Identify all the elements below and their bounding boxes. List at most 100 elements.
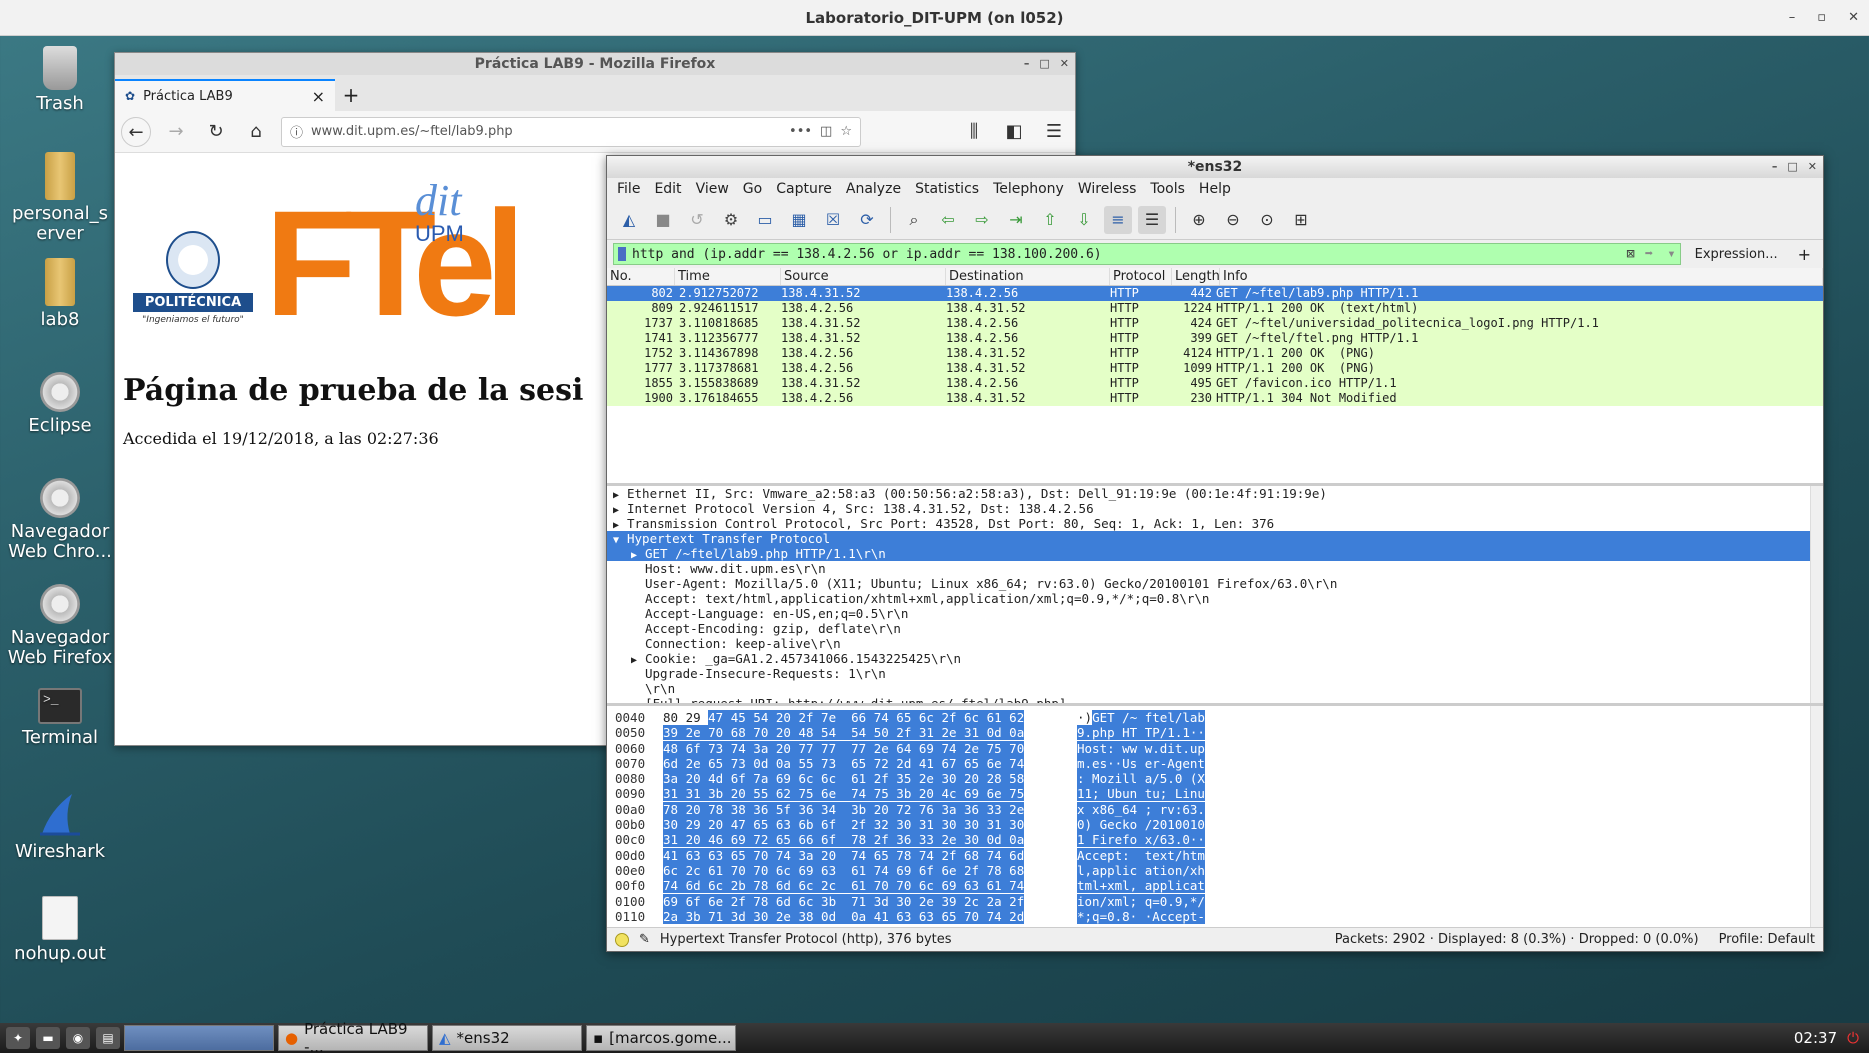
clock[interactable]: 02:37 [1794,1029,1847,1047]
desktop-icon-personal-server[interactable]: personal_server [0,152,120,244]
new-tab-button[interactable]: + [335,79,367,111]
file-manager-icon[interactable]: ◉ [66,1027,90,1049]
packet-row[interactable]: 809 2.924611517 138.4.2.56 138.4.31.52 HTTP 1… [607,301,1823,316]
menu-telephony[interactable]: Telephony [993,178,1064,200]
hex-row[interactable]: 0050 39 2e 70 68 70 20 48 54 54 50 2f 31 … [607,725,1823,741]
desktop-icon-eclipse[interactable]: Eclipse [0,372,120,436]
resize-columns-icon[interactable]: ⊞ [1287,206,1315,234]
info-icon[interactable]: ⓘ [290,122,303,141]
hex-row[interactable]: 0110 2a 3b 71 3d 30 2e 38 0d 0a 41 63 63 … [607,908,1823,924]
packet-row[interactable]: 1737 3.110818685 138.4.31.52 138.4.2.56 HTTP… [607,316,1823,331]
menu-go[interactable]: Go [743,178,762,200]
zoom-reset-icon[interactable]: ⊙ [1253,206,1281,234]
detail-tree-item[interactable]: [Full request URI: http://www.dit.upm.es… [607,696,1823,703]
details-scrollbar[interactable] [1810,486,1823,703]
packet-row[interactable]: 1741 3.112356777 138.4.31.52 138.4.2.56 HTTP… [607,331,1823,346]
add-filter-button[interactable]: + [1792,245,1817,264]
detail-tree-item[interactable]: User-Agent: Mozilla/5.0 (X11; Ubuntu; Li… [607,576,1823,591]
library-icon[interactable]: ⫼ [959,117,989,147]
column-header-info[interactable]: Info [1220,268,1823,285]
workspace-switcher[interactable] [124,1025,274,1051]
detail-tree-item[interactable]: Accept: text/html,application/xhtml+xml,… [607,591,1823,606]
pocket-icon[interactable]: ◫ [820,124,832,139]
detail-tree-item[interactable]: Connection: keep-alive\r\n [607,636,1823,651]
detail-tree-item[interactable]: ▶ Ethernet II, Src: Vmware_a2:58:a3 (00:5… [607,486,1823,501]
detail-tree-item[interactable]: Host: www.dit.upm.es\r\n [607,561,1823,576]
hex-row[interactable]: 0060 48 6f 73 74 3a 20 77 77 77 2e 64 69 … [607,740,1823,756]
capture-options-icon[interactable]: ⚙ [717,206,745,234]
display-filter-input[interactable]: http and (ip.addr == 138.4.2.56 or ip.ad… [613,243,1681,265]
restart-capture-icon[interactable]: ↺ [683,206,711,234]
desktop-icon-nohup[interactable]: nohup.out [0,896,120,964]
close-file-icon[interactable]: ☒ [819,206,847,234]
bookmark-star-icon[interactable]: ☆ [840,124,852,139]
back-icon[interactable]: ← [121,116,151,147]
colorize-icon[interactable]: ☰ [1138,205,1166,234]
detail-tree-item[interactable]: ▶ Transmission Control Protocol, Src Port… [607,516,1823,531]
bookmark-icon[interactable] [618,247,626,261]
find-packet-icon[interactable]: ⌕ [900,206,928,234]
taskbar-item-terminal[interactable]: ▪ [marcos.gome... [586,1025,736,1051]
status-profile[interactable]: Profile: Default [1719,932,1815,947]
go-back-icon[interactable]: ⇦ [934,206,962,234]
close-icon[interactable]: ✕ [1060,53,1069,75]
minimize-icon[interactable]: – [1772,156,1778,178]
menu-file[interactable]: File [617,178,640,200]
save-file-icon[interactable]: ▦ [785,206,813,234]
minimize-icon[interactable]: – [1024,53,1030,75]
menu-edit[interactable]: Edit [654,178,681,200]
packet-row[interactable]: 1752 3.114367898 138.4.2.56 138.4.31.52 HTTP… [607,346,1823,361]
clear-filter-icon[interactable]: ⊠ [1626,246,1634,262]
menu-help[interactable]: Help [1199,178,1231,200]
restore-icon[interactable]: ▫ [1817,0,1826,36]
taskbar-item-firefox[interactable]: ● Práctica LAB9 -... [278,1020,428,1053]
hex-row[interactable]: 0070 6d 2e 65 73 0d 0a 55 73 65 72 2d 41 … [607,755,1823,771]
first-packet-icon[interactable]: ⇧ [1036,206,1064,234]
desktop-icon-trash[interactable]: Trash [0,46,120,114]
sidebar-icon[interactable]: ◧ [999,117,1029,147]
expression-button[interactable]: Expression... [1689,247,1784,262]
hex-row[interactable]: 00f0 74 6d 6c 2b 78 6d 6c 2c 61 70 70 6c … [607,878,1823,894]
menu-capture[interactable]: Capture [776,178,832,200]
hex-row[interactable]: 0090 31 31 3b 20 55 62 75 6e 74 75 3b 20 … [607,786,1823,802]
hamburger-menu-icon[interactable]: ☰ [1039,117,1069,147]
edit-comment-icon[interactable]: ✎ [639,932,650,947]
detail-tree-item[interactable]: ▶ Internet Protocol Version 4, Src: 138.4… [607,501,1823,516]
desktop-icon-chrome[interactable]: Navegador Web Chro... [0,478,120,562]
hex-row[interactable]: 00e0 6c 2c 61 70 70 6c 69 63 61 74 69 6f … [607,862,1823,878]
detail-tree-item[interactable]: \r\n [607,681,1823,696]
maximize-icon[interactable]: □ [1039,53,1049,75]
column-header-protocol[interactable]: Protocol [1110,268,1172,285]
close-icon[interactable]: ✕ [1808,156,1817,178]
column-header-no[interactable]: No. [607,268,675,285]
menu-analyze[interactable]: Analyze [846,178,901,200]
detail-tree-item[interactable]: ▶ GET /~ftel/lab9.php HTTP/1.1\r\n [607,546,1823,561]
column-header-length[interactable]: Length [1172,268,1220,285]
detail-tree-item[interactable]: ▼ Hypertext Transfer Protocol [607,531,1823,546]
detail-tree-item[interactable]: Upgrade-Insecure-Requests: 1\r\n [607,666,1823,681]
packet-row[interactable]: 1777 3.117378681 138.4.2.56 138.4.31.52 HTTP… [607,361,1823,376]
collapse-arrow-icon[interactable]: ▼ [613,533,627,548]
last-packet-icon[interactable]: ⇩ [1070,206,1098,234]
hex-row[interactable]: 0080 3a 20 4d 6f 7a 69 6c 6c 61 2f 35 2e … [607,771,1823,787]
url-bar[interactable]: ⓘ www.dit.upm.es/~ftel/lab9.php ••• ◫ ☆ [281,116,861,147]
packet-row[interactable]: 1855 3.155838689 138.4.31.52 138.4.2.56 HTTP… [607,376,1823,391]
stop-capture-icon[interactable]: ■ [649,206,677,234]
hex-row[interactable]: 00c0 31 20 46 69 72 65 66 6f 78 2f 36 33 … [607,832,1823,848]
column-header-time[interactable]: Time [675,268,781,285]
packet-row[interactable]: 802 2.912752072 138.4.31.52 138.4.2.56 HTTP 4… [607,286,1823,301]
power-icon[interactable]: ⏻ [1847,1029,1869,1047]
go-to-packet-icon[interactable]: ⇥ [1002,206,1030,234]
hex-row[interactable]: 00b0 30 29 20 47 65 63 6b 6f 2f 32 30 31 … [607,817,1823,833]
hex-row[interactable]: 0100 69 6f 6e 2f 78 6d 6c 3b 71 3d 30 2e … [607,893,1823,909]
workspace-icon[interactable]: ▤ [96,1027,120,1049]
packet-row[interactable]: 1900 3.176184655 138.4.2.56 138.4.31.52 HTTP… [607,391,1823,406]
page-actions-icon[interactable]: ••• [789,124,812,139]
open-file-icon[interactable]: ▭ [751,206,779,234]
zoom-out-icon[interactable]: ⊖ [1219,206,1247,234]
detail-tree-item[interactable]: Accept-Language: en-US,en;q=0.5\r\n [607,606,1823,621]
detail-tree-item[interactable]: ▶ Cookie: _ga=GA1.2.457341066.1543225425\… [607,651,1823,666]
menu-wireless[interactable]: Wireless [1078,178,1137,200]
forward-icon[interactable]: → [161,117,191,147]
menu-statistics[interactable]: Statistics [915,178,979,200]
